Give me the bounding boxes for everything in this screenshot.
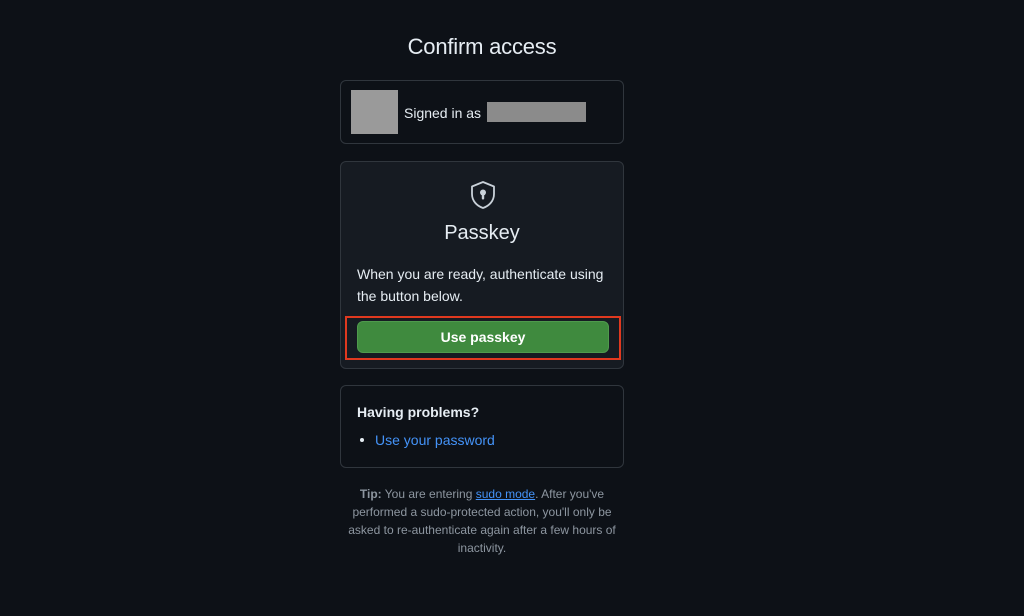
bullet-icon — [360, 438, 364, 442]
tip-text-before: You are entering — [381, 487, 476, 501]
sudo-mode-link[interactable]: sudo mode — [476, 487, 535, 501]
signed-in-label: Signed in as — [404, 105, 482, 121]
page-title: Confirm access — [407, 34, 557, 59]
tip-prefix: Tip: — [359, 487, 382, 501]
username-redacted — [487, 102, 586, 122]
shield-lock-icon — [471, 181, 495, 209]
page: Confirm access Signed in as Passkey When… — [0, 0, 1024, 616]
passkey-title: Passkey — [444, 222, 520, 244]
tip-text: Tip: You are entering sudo mode. After y… — [340, 485, 624, 557]
list-item: Use your password — [357, 432, 495, 448]
use-password-link[interactable]: Use your password — [375, 432, 495, 448]
problems-title: Having problems? — [357, 404, 480, 420]
problems-list: Use your password — [357, 432, 495, 448]
use-passkey-button[interactable]: Use passkey — [357, 321, 609, 353]
account-card: Signed in as — [340, 80, 624, 144]
passkey-card: Passkey When you are ready, authenticate… — [340, 161, 624, 369]
problems-card: Having problems? Use your password — [340, 385, 624, 468]
avatar — [351, 90, 398, 134]
passkey-description: When you are ready, authenticate using t… — [357, 266, 604, 304]
